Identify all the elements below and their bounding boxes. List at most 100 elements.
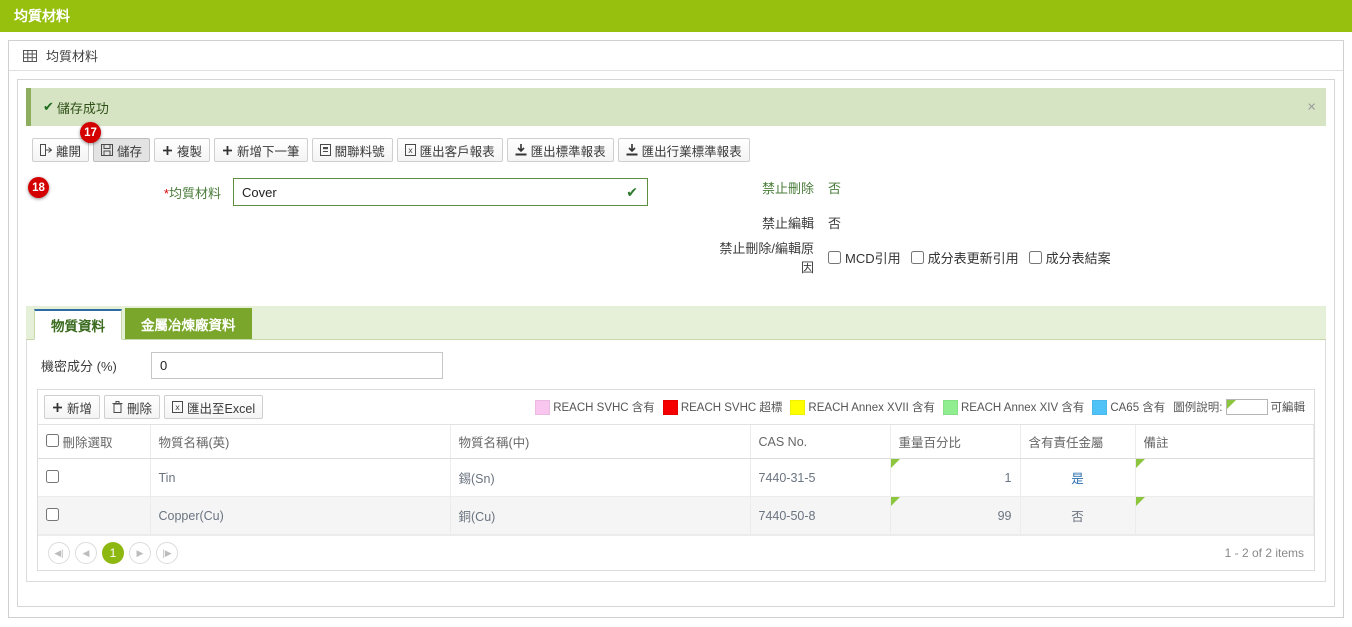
- copy-button[interactable]: 複製: [154, 138, 211, 162]
- reason-checkbox-bom-closed[interactable]: [1028, 250, 1042, 264]
- add-next-label: 新增下一筆: [237, 144, 300, 159]
- no-delete-label: 禁止刪除: [761, 181, 814, 196]
- legend-label-svhc-exceeded: REACH SVHC 超標: [680, 402, 783, 414]
- plus-icon: [52, 402, 63, 413]
- form-area: *均質材料 Cover ✔ 禁止刪除 否 禁止編輯 否 禁止刪除/編輯原因 MC…: [18, 162, 1334, 300]
- excel-icon: x: [404, 144, 416, 156]
- reason-checkbox-bom-update[interactable]: [910, 250, 924, 264]
- export-industry-standard-report-label: 匯出行業標準報表: [641, 144, 742, 159]
- material-input[interactable]: Cover ✔: [233, 178, 648, 206]
- tab-substance-data-label: 物質資料: [51, 319, 105, 334]
- legend-note-value: 可編輯: [1270, 402, 1306, 414]
- legend-item-ca65: CA65 含有: [1092, 399, 1165, 415]
- column-header-select-label: 刪除選取: [62, 436, 113, 450]
- material-value: Cover: [242, 184, 277, 200]
- cell-cas: 7440-50-8: [750, 496, 891, 535]
- confidential-label: 機密成分 (%): [41, 359, 117, 374]
- pager-info: 1 - 2 of 2 items: [1224, 546, 1304, 560]
- grid-delete-button[interactable]: 刪除: [104, 395, 161, 419]
- legend-swatch-svhc-contained: [535, 399, 551, 415]
- cell-remark[interactable]: [1135, 458, 1314, 497]
- breadcrumb: 均質材料: [9, 41, 1343, 71]
- legend-item-svhc-exceeded: REACH SVHC 超標: [662, 399, 783, 415]
- cell-remark[interactable]: [1135, 496, 1314, 535]
- legend-item-annex-xiv: REACH Annex XIV 含有: [942, 399, 1084, 415]
- grid-icon: [23, 49, 37, 63]
- exit-button[interactable]: 離開: [32, 138, 90, 162]
- legend-note: 圖例說明: 可編輯: [1173, 399, 1305, 415]
- material-label: *均質材料: [18, 183, 233, 202]
- export-standard-report-label: 匯出標準報表: [530, 144, 606, 159]
- no-delete-row: 禁止刪除 否: [718, 178, 1334, 197]
- reason-label: 禁止刪除/編輯原因: [719, 241, 814, 275]
- column-header-cas: CAS No.: [750, 425, 891, 459]
- table-row[interactable]: Tin 錫(Sn) 7440-31-5 1 是: [38, 458, 1314, 497]
- reason-checkbox-mcd[interactable]: [828, 250, 841, 264]
- alert-message: 儲存成功: [56, 100, 109, 116]
- grid-delete-label: 刪除: [127, 401, 153, 416]
- plus-icon: [162, 145, 173, 156]
- material-label-text: 均質材料: [168, 185, 221, 201]
- row-select-cell: [38, 458, 151, 497]
- grid-legend: REACH SVHC 含有 REACH SVHC 超標 REACH Annex …: [535, 399, 1308, 415]
- add-next-button[interactable]: 新增下一筆: [214, 138, 308, 162]
- no-delete-value: 否: [828, 181, 842, 196]
- substance-grid: 新增 刪除 x 匯出至Excel REACH SVHC 含有 REACH SVH…: [37, 389, 1315, 571]
- table-row[interactable]: Copper(Cu) 銅(Cu) 7440-50-8 99 否: [38, 496, 1314, 535]
- metal-link[interactable]: 是: [1071, 472, 1084, 486]
- reason-option-mcd[interactable]: MCD引用: [828, 248, 901, 267]
- column-header-name-cn: 物質名稱(中): [450, 425, 751, 459]
- export-industry-standard-report-button[interactable]: 匯出行業標準報表: [617, 138, 750, 162]
- close-icon[interactable]: ×: [1307, 100, 1316, 115]
- column-header-select: 刪除選取: [38, 425, 151, 459]
- confidential-input[interactable]: 0: [151, 352, 443, 379]
- legend-label-svhc-contained: REACH SVHC 含有: [553, 402, 655, 414]
- prev-page-icon[interactable]: ◀: [75, 542, 97, 564]
- trash-icon: [112, 401, 123, 413]
- cell-weight-pct[interactable]: 1: [890, 458, 1021, 497]
- form-right-column: 禁止刪除 否 禁止編輯 否 禁止刪除/編輯原因 MCD引用 成分表更新引用 成分…: [718, 178, 1334, 292]
- reason-option-bom-closed-label: 成分表結案: [1045, 250, 1111, 266]
- grid-add-button[interactable]: 新增: [44, 395, 101, 419]
- row-checkbox[interactable]: [46, 507, 59, 521]
- legend-label-ca65: CA65 含有: [1110, 402, 1166, 414]
- next-page-icon[interactable]: ▶: [129, 542, 151, 564]
- page-frame: 均質材料 ✔ 儲存成功 × 離開 儲存 複製 新增下一筆 關聯料號 x 匯出客戶…: [8, 40, 1344, 618]
- plus-icon: [222, 145, 233, 156]
- row-checkbox[interactable]: [46, 469, 59, 483]
- no-edit-label: 禁止編輯: [761, 216, 814, 231]
- tab-strip: 物質資料 金屬冶煉廠資料: [26, 306, 1326, 340]
- legend-swatch-annex-xvii: [790, 399, 806, 415]
- copy-label: 複製: [177, 144, 203, 159]
- grid-export-excel-button[interactable]: x 匯出至Excel: [164, 395, 264, 419]
- page-number-1[interactable]: 1: [102, 542, 124, 564]
- grid-export-excel-label: 匯出至Excel: [187, 401, 256, 416]
- save-button[interactable]: 儲存: [93, 138, 151, 162]
- last-page-icon[interactable]: |▶: [156, 542, 178, 564]
- reason-option-bom-closed[interactable]: 成分表結案: [1028, 248, 1111, 267]
- export-customer-report-label: 匯出客戶報表: [419, 144, 495, 159]
- success-alert: ✔ 儲存成功 ×: [26, 88, 1326, 126]
- export-customer-report-button[interactable]: x 匯出客戶報表: [396, 138, 503, 162]
- export-standard-report-button[interactable]: 匯出標準報表: [506, 138, 614, 162]
- material-field-row: *均質材料 Cover ✔: [18, 178, 718, 206]
- select-all-checkbox[interactable]: [46, 434, 59, 447]
- column-header-remark: 備註: [1135, 425, 1314, 459]
- legend-item-annex-xvii: REACH Annex XVII 含有: [790, 399, 935, 415]
- tab-smelter-data[interactable]: 金屬冶煉廠資料: [125, 308, 252, 339]
- tab-substance-data[interactable]: 物質資料: [34, 309, 122, 340]
- main-toolbar: 離開 儲存 複製 新增下一筆 關聯料號 x 匯出客戶報表 匯出標準報表 匯出行業…: [18, 134, 1334, 162]
- reason-option-bom-update[interactable]: 成分表更新引用: [910, 248, 1019, 267]
- breadcrumb-label: 均質材料: [46, 49, 99, 64]
- no-edit-value: 否: [828, 216, 842, 231]
- window-title: 均質材料: [14, 8, 70, 24]
- reason-option-mcd-label: MCD引用: [845, 250, 901, 266]
- legend-label-annex-xvii: REACH Annex XVII 含有: [808, 402, 935, 414]
- legend-swatch-ca65: [1092, 399, 1108, 415]
- column-header-metal: 含有責任金屬: [1020, 425, 1136, 459]
- cell-name-en: Copper(Cu): [150, 496, 451, 535]
- first-page-icon[interactable]: ◀|: [48, 542, 70, 564]
- cell-weight-pct[interactable]: 99: [890, 496, 1021, 535]
- legend-swatch-svhc-exceeded: [662, 399, 678, 415]
- related-part-no-button[interactable]: 關聯料號: [311, 138, 393, 162]
